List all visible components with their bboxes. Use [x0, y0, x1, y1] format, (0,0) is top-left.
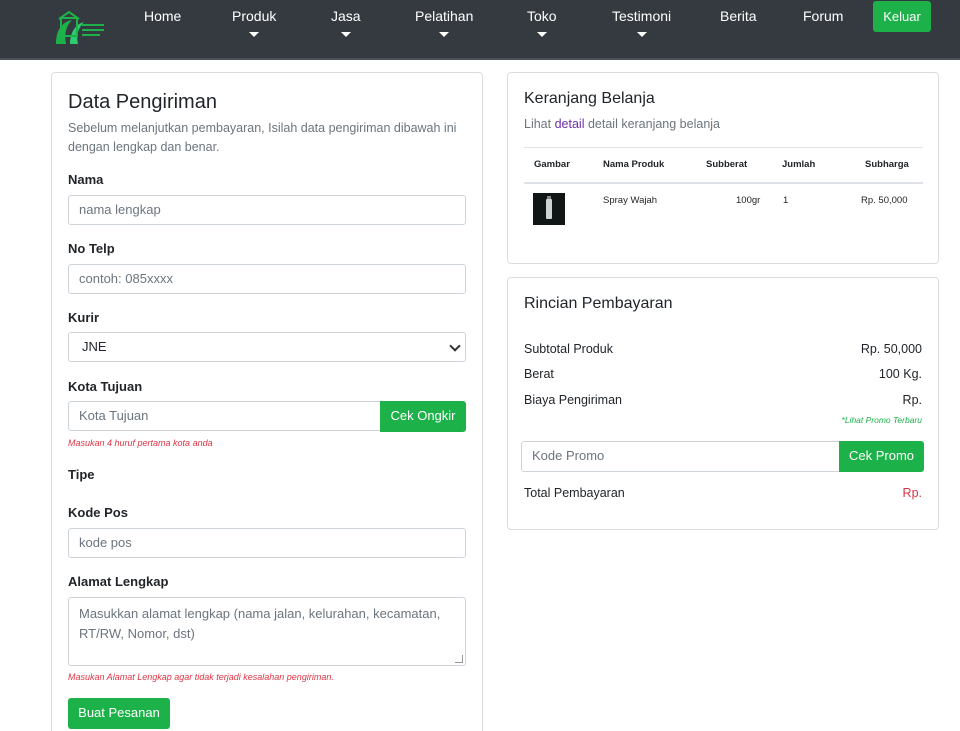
city-hint: Masukan 4 huruf pertama kota anda	[68, 438, 213, 448]
check-shipping-button[interactable]: Cek Ongkir	[380, 401, 466, 432]
shipping-form-card: Data Pengiriman Sebelum melanjutkan pemb…	[51, 72, 483, 731]
cart-card: Keranjang Belanja Lihat detail detail ke…	[507, 72, 939, 264]
nav-berita[interactable]: Berita	[720, 8, 757, 24]
courier-label: Kurir	[68, 310, 100, 325]
address-textarea[interactable]: Masukkan alamat lengkap (nama jalan, kel…	[68, 597, 466, 666]
courier-selected-value: JNE	[82, 339, 107, 354]
table-header-border	[524, 182, 923, 184]
chevron-down-icon	[536, 32, 547, 37]
resize-handle-icon[interactable]	[455, 655, 463, 663]
weight-value: 100 Kg.	[878, 367, 922, 381]
address-hint: Masukan Alamat Lengkap agar tidak terjad…	[68, 672, 334, 682]
promo-code-input[interactable]: Kode Promo	[521, 441, 841, 472]
type-label: Tipe	[68, 467, 95, 482]
nav-toko-label: Toko	[527, 8, 557, 24]
postal-input[interactable]: kode pos	[68, 528, 466, 558]
subtotal-label: Subtotal Produk	[524, 342, 613, 356]
col-jumlah: Jumlah	[782, 159, 816, 170]
nav-pelatihan-label: Pelatihan	[415, 8, 474, 24]
nav-testimoni-label: Testimoni	[612, 8, 672, 24]
latest-promo-link[interactable]: *Lihat Promo Terbaru	[842, 415, 922, 425]
payment-card: Rincian Pembayaran Subtotal Produk Rp. 5…	[507, 277, 939, 530]
address-placeholder: Masukkan alamat lengkap (nama jalan, kel…	[79, 606, 441, 641]
nav-home-label: Home	[144, 8, 182, 24]
city-input[interactable]: Kota Tujuan	[68, 401, 382, 431]
nav-home[interactable]: Home	[144, 8, 181, 24]
shipping-subtitle-line1: Sebelum melanjutkan pembayaran, Isilah d…	[68, 121, 457, 135]
nav-berita-label: Berita	[720, 8, 757, 24]
payment-title: Rincian Pembayaran	[524, 295, 673, 312]
nav-produk-label: Produk	[232, 8, 277, 24]
nav-forum[interactable]: Forum	[803, 8, 843, 24]
chevron-down-icon	[636, 32, 647, 37]
total-value: Rp.	[902, 486, 922, 500]
subtotal-value: Rp. 50,000	[860, 342, 922, 356]
cart-detail-link[interactable]: detail	[555, 117, 585, 131]
product-price: Rp. 50,000	[861, 195, 908, 206]
courier-select[interactable]: JNE	[68, 332, 466, 362]
name-label: Nama	[68, 172, 104, 187]
phone-input[interactable]: contoh: 085xxxx	[68, 264, 466, 294]
weight-label: Berat	[524, 367, 554, 381]
nav-produk[interactable]: Produk	[232, 8, 276, 37]
nav-testimoni[interactable]: Testimoni	[612, 8, 671, 37]
product-name: Spray Wajah	[603, 195, 658, 206]
nav-jasa[interactable]: Jasa	[331, 8, 361, 37]
col-gambar: Gambar	[534, 159, 570, 170]
nav-pelatihan[interactable]: Pelatihan	[415, 8, 473, 37]
cart-subtitle-prefix: Lihat	[524, 117, 555, 131]
nav-jasa-label: Jasa	[331, 8, 361, 24]
nav-toko[interactable]: Toko	[527, 8, 557, 37]
chevron-down-icon	[249, 32, 260, 37]
brand-logo[interactable]	[52, 10, 108, 46]
navbar: Home Produk Jasa Pelatihan Toko Testimon…	[0, 0, 960, 60]
cart-subtitle-suffix: detail keranjang belanja	[584, 117, 721, 131]
logout-button[interactable]: Keluar	[873, 1, 931, 32]
cart-title: Keranjang Belanja	[524, 90, 655, 107]
product-qty: 1	[783, 195, 789, 206]
address-label: Alamat Lengkap	[68, 574, 169, 589]
col-subharga: Subharga	[865, 159, 909, 170]
product-thumbnail[interactable]	[533, 193, 565, 225]
create-order-button[interactable]: Buat Pesanan	[68, 698, 170, 729]
nav-forum-label: Forum	[803, 8, 844, 24]
shipping-subtitle-line2: dengan lengkap dan benar.	[68, 140, 220, 154]
col-subberat: Subberat	[706, 159, 748, 170]
product-weight: 100gr	[736, 195, 761, 206]
total-label: Total Pembayaran	[524, 486, 625, 500]
chevron-down-icon	[439, 32, 450, 37]
col-nama-produk: Nama Produk	[603, 159, 665, 170]
shipping-cost-label: Biaya Pengiriman	[524, 393, 622, 407]
phone-label: No Telp	[68, 241, 115, 256]
city-label: Kota Tujuan	[68, 379, 143, 394]
check-promo-button[interactable]: Cek Promo	[839, 441, 924, 472]
cart-subtitle: Lihat detail detail keranjang belanja	[524, 115, 720, 134]
shipping-title: Data Pengiriman	[68, 91, 217, 113]
shipping-cost-value: Rp.	[902, 393, 922, 407]
chevron-down-icon	[449, 340, 461, 352]
chevron-down-icon	[340, 32, 351, 37]
postal-label: Kode Pos	[68, 505, 128, 520]
name-input[interactable]: nama lengkap	[68, 195, 466, 225]
table-top-border	[524, 147, 923, 148]
